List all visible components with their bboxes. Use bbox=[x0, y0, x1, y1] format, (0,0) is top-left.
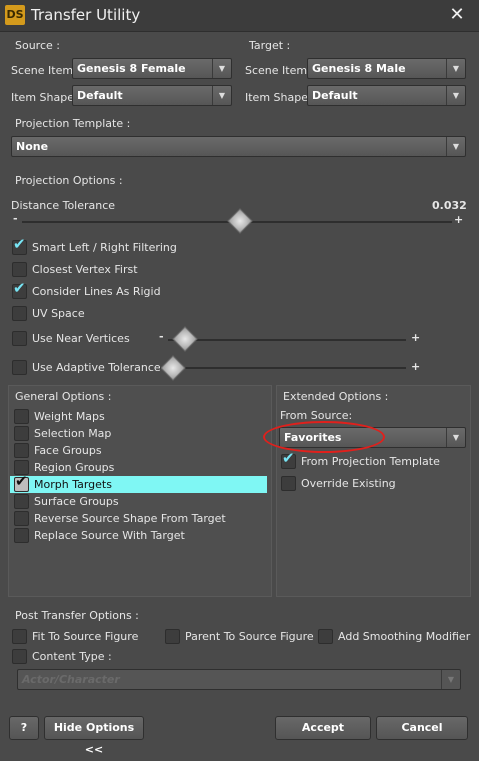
chevron-down-icon: ▼ bbox=[446, 86, 465, 105]
content-type-label: Content Type : bbox=[32, 650, 112, 663]
uv-space-label: UV Space bbox=[32, 307, 85, 320]
near-vertices-label: Use Near Vertices bbox=[32, 332, 130, 345]
adaptive-tolerance-label: Use Adaptive Tolerance bbox=[32, 361, 161, 374]
near-vertices-handle[interactable] bbox=[172, 326, 198, 352]
uv-space-checkbox[interactable] bbox=[12, 306, 27, 321]
region-groups-label: Region Groups bbox=[34, 461, 115, 474]
plus-icon: + bbox=[454, 213, 464, 226]
daz-logo-icon: DS bbox=[5, 5, 25, 25]
hide-options-button[interactable]: Hide Options << bbox=[44, 716, 144, 756]
projection-template-header: Projection Template : bbox=[15, 117, 131, 130]
chevron-down-icon: ▼ bbox=[441, 670, 460, 689]
chevron-down-icon: ▼ bbox=[446, 59, 465, 78]
override-existing-checkbox[interactable] bbox=[281, 476, 296, 491]
distance-tolerance-handle[interactable] bbox=[227, 208, 253, 234]
target-item-shape-label: Item Shape : bbox=[245, 91, 316, 104]
general-options-header: General Options : bbox=[15, 390, 112, 403]
source-scene-item-dropdown[interactable]: Genesis 8 Female ▼ bbox=[72, 58, 232, 79]
plus-icon: + bbox=[411, 331, 421, 344]
content-type-checkbox[interactable] bbox=[12, 649, 27, 664]
add-smoothing-checkbox[interactable] bbox=[318, 629, 333, 644]
replace-source-checkbox[interactable] bbox=[14, 528, 29, 543]
source-item-shape-value: Default bbox=[77, 89, 123, 102]
projection-template-dropdown[interactable]: None ▼ bbox=[11, 136, 466, 157]
parent-to-source-label: Parent To Source Figure bbox=[185, 630, 314, 643]
minus-icon: - bbox=[13, 212, 18, 225]
checkmark-icon: ✔ bbox=[15, 472, 28, 490]
chevron-down-icon: ▼ bbox=[212, 59, 231, 78]
checkmark-icon: ✔ bbox=[13, 279, 26, 297]
weight-maps-checkbox[interactable] bbox=[14, 409, 29, 424]
selection-map-checkbox[interactable] bbox=[14, 426, 29, 441]
from-source-label: From Source: bbox=[280, 409, 353, 422]
from-projection-label: From Projection Template bbox=[301, 455, 440, 468]
minus-icon: - bbox=[159, 330, 164, 343]
smart-filter-checkbox[interactable]: ✔ bbox=[12, 235, 27, 255]
add-smoothing-label: Add Smoothing Modifier bbox=[338, 630, 471, 643]
post-transfer-header: Post Transfer Options : bbox=[15, 609, 139, 622]
distance-tolerance-value: 0.032 bbox=[432, 199, 467, 212]
help-button[interactable]: ? bbox=[9, 716, 39, 740]
closest-vertex-checkbox[interactable] bbox=[12, 262, 27, 277]
extended-options-header: Extended Options : bbox=[283, 390, 389, 403]
from-projection-checkbox[interactable]: ✔ bbox=[281, 449, 296, 469]
chevron-down-icon: ▼ bbox=[212, 86, 231, 105]
target-header: Target : bbox=[249, 39, 291, 52]
chevron-down-icon: ▼ bbox=[446, 428, 465, 447]
fit-to-source-label: Fit To Source Figure bbox=[32, 630, 139, 643]
surface-groups-checkbox[interactable] bbox=[14, 494, 29, 509]
source-item-shape-label: Item Shape : bbox=[11, 91, 82, 104]
source-item-shape-dropdown[interactable]: Default ▼ bbox=[72, 85, 232, 106]
surface-groups-label: Surface Groups bbox=[34, 495, 119, 508]
checkmark-icon: ✔ bbox=[13, 235, 26, 253]
consider-lines-label: Consider Lines As Rigid bbox=[32, 285, 161, 298]
morph-targets-checkbox[interactable]: ✔ bbox=[14, 472, 29, 492]
plus-icon: + bbox=[411, 360, 421, 373]
accept-button[interactable]: Accept bbox=[275, 716, 371, 740]
adaptive-tolerance-track[interactable] bbox=[160, 367, 406, 369]
source-scene-item-label: Scene Item : bbox=[11, 64, 81, 77]
adaptive-tolerance-handle[interactable] bbox=[160, 355, 186, 381]
content-type-dropdown[interactable]: Actor/Character ▼ bbox=[17, 669, 461, 690]
source-scene-item-value: Genesis 8 Female bbox=[77, 62, 186, 75]
projection-options-header: Projection Options : bbox=[15, 174, 123, 187]
window-title: Transfer Utility bbox=[31, 6, 141, 24]
morph-targets-label: Morph Targets bbox=[34, 478, 112, 491]
close-icon[interactable]: ✕ bbox=[446, 4, 468, 26]
distance-tolerance-label: Distance Tolerance bbox=[11, 199, 116, 212]
target-scene-item-label: Scene Item : bbox=[245, 64, 315, 77]
smart-filter-label: Smart Left / Right Filtering bbox=[32, 241, 177, 254]
closest-vertex-label: Closest Vertex First bbox=[32, 263, 138, 276]
near-vertices-track[interactable] bbox=[168, 339, 406, 341]
selection-map-label: Selection Map bbox=[34, 427, 112, 440]
projection-template-value: None bbox=[16, 140, 49, 153]
fit-to-source-checkbox[interactable] bbox=[12, 629, 27, 644]
near-vertices-checkbox[interactable] bbox=[12, 331, 27, 346]
reverse-source-checkbox[interactable] bbox=[14, 511, 29, 526]
parent-to-source-checkbox[interactable] bbox=[165, 629, 180, 644]
override-existing-label: Override Existing bbox=[301, 477, 396, 490]
chevron-down-icon: ▼ bbox=[446, 137, 465, 156]
target-scene-item-value: Genesis 8 Male bbox=[312, 62, 406, 75]
consider-lines-checkbox[interactable]: ✔ bbox=[12, 279, 27, 299]
content-type-value: Actor/Character bbox=[22, 673, 120, 686]
help-icon: ? bbox=[20, 721, 28, 734]
face-groups-checkbox[interactable] bbox=[14, 443, 29, 458]
source-header: Source : bbox=[15, 39, 60, 52]
reverse-source-label: Reverse Source Shape From Target bbox=[34, 512, 226, 525]
adaptive-tolerance-checkbox[interactable] bbox=[12, 360, 27, 375]
replace-source-label: Replace Source With Target bbox=[34, 529, 185, 542]
target-item-shape-value: Default bbox=[312, 89, 358, 102]
cancel-button[interactable]: Cancel bbox=[376, 716, 468, 740]
face-groups-label: Face Groups bbox=[34, 444, 102, 457]
checkmark-icon: ✔ bbox=[282, 449, 295, 467]
weight-maps-label: Weight Maps bbox=[34, 410, 105, 423]
target-item-shape-dropdown[interactable]: Default ▼ bbox=[307, 85, 466, 106]
target-scene-item-dropdown[interactable]: Genesis 8 Male ▼ bbox=[307, 58, 466, 79]
